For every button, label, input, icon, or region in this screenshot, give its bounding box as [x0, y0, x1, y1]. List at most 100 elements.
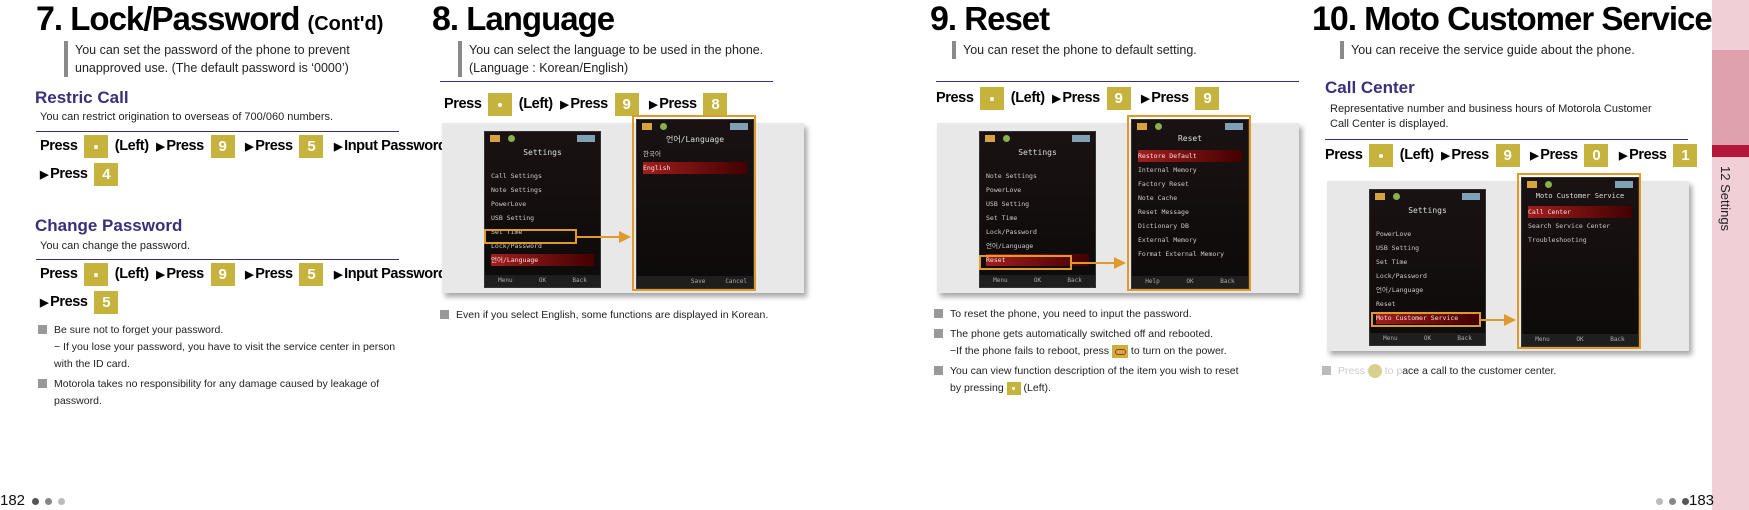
screen-header: Settings: [523, 148, 562, 157]
bullet-square-icon: [440, 310, 449, 319]
bullet-square-icon: [38, 379, 47, 388]
note-item: To reset the phone, you need to input th…: [934, 306, 1314, 323]
page-dot-icon: [1682, 497, 1689, 505]
menu-item: Set Time: [986, 214, 1018, 222]
phone-screen-reset: Reset Restore Default Internal Memory Fa…: [1131, 119, 1249, 289]
softkey: OK: [1423, 335, 1432, 342]
step-text: (Left): [1399, 147, 1434, 163]
menu-item-selected: English: [643, 162, 747, 174]
note-text: The phone gets automatically switched of…: [950, 328, 1214, 340]
status-bar: [1135, 123, 1245, 131]
arrow-right-icon: ▶: [1530, 150, 1539, 162]
menu-item: Factory Reset: [1138, 180, 1189, 188]
menu-item: Note Cache: [1138, 194, 1178, 202]
section-title: Lock/Password: [70, 0, 300, 37]
arrow-right-icon: ▶: [334, 269, 343, 281]
softkey: Help: [1145, 278, 1160, 285]
softkey: Back: [1457, 335, 1472, 342]
menu-item: Set Time: [1376, 258, 1408, 266]
note-text: −If the phone fails to reboot, press: [950, 345, 1110, 357]
section-7-heading: 7. Lock/Password (Cont'd): [36, 2, 383, 36]
note-text: Be sure not to forget your password.: [54, 324, 224, 336]
softkey-bar: Menu OK Back: [485, 275, 600, 287]
bullet-square-icon: [934, 309, 943, 318]
section-number-dot: .: [53, 0, 71, 37]
softkey-bar: Save Cancel: [637, 276, 753, 288]
bullet-square-icon: [934, 329, 943, 338]
section-number-dot: .: [449, 0, 467, 37]
step-text: Press: [444, 96, 482, 112]
step-text: Press: [936, 90, 974, 106]
globe-icon: [1545, 181, 1552, 188]
page-dot-icon: [32, 497, 40, 505]
arrow-head-icon: [619, 231, 631, 243]
menu-item: Call Settings: [491, 172, 542, 180]
section-7-notes: Be sure not to forget your password. − I…: [38, 322, 408, 410]
step-text: Press: [570, 96, 608, 112]
battery-icon: [577, 135, 595, 142]
note-text: Press: [1338, 365, 1365, 377]
step-text: Press: [255, 266, 293, 282]
note-item: You can view function description of the…: [934, 363, 1314, 380]
phone-screen-language: 언어/Language 한국어 English Save Cancel: [636, 119, 754, 289]
bullet-square-icon: [934, 366, 943, 375]
battery-icon: [1615, 181, 1633, 188]
key-9-icon: 9: [1106, 86, 1131, 110]
side-tab-band: [1712, 50, 1749, 145]
note-text: Motorola takes no responsibility for any…: [54, 378, 380, 407]
mail-icon: [490, 135, 500, 142]
arrow-head-icon: [1114, 257, 1126, 269]
key-4-icon: 4: [94, 162, 119, 186]
menu-item: Dictionary DB: [1138, 222, 1189, 230]
globe-icon: [1393, 193, 1400, 200]
menu-item-selected: Call Center: [1528, 206, 1632, 218]
step-text: Press: [1451, 147, 1489, 163]
key-5-icon: 5: [94, 290, 119, 314]
arrow-right-icon: ▶: [245, 141, 254, 153]
note-text: ace a call to the customer center.: [1402, 365, 1557, 377]
page-number-left: 182: [0, 492, 68, 509]
softkey: Menu: [498, 277, 513, 284]
page-dot-icon: [1669, 497, 1676, 505]
note-item: Motorola takes no responsibility for any…: [38, 376, 408, 410]
left-soft-key-icon: [1369, 143, 1394, 167]
power-key-icon: [1111, 344, 1128, 358]
softkey: Back: [1067, 277, 1082, 284]
arrow-right-icon: ▶: [40, 297, 49, 309]
intro-line: You can select the language to be used i…: [469, 43, 764, 57]
section-number: 8: [432, 0, 451, 38]
menu-item: Reset Message: [1138, 208, 1189, 216]
screen-header: Moto Customer Service: [1535, 192, 1625, 200]
step-text: Press: [255, 138, 293, 154]
section-title: Language: [466, 0, 615, 37]
softkey: OK: [538, 277, 547, 284]
divider: [36, 131, 399, 132]
menu-item: USB Setting: [1376, 244, 1420, 252]
softkey: OK: [1186, 278, 1194, 285]
section-7-intro: You can set the password of the phone to…: [64, 41, 375, 77]
bullet-square-icon: [38, 325, 47, 334]
phone-screen-settings: Settings Call Settings Note Settings Pow…: [484, 131, 601, 288]
reset-steps: Press (Left) ▶ Press 9 ▶ Press 9: [936, 85, 1222, 113]
restric-call-desc: You can restrict origination to overseas…: [40, 111, 334, 123]
mail-icon: [985, 135, 995, 142]
page-number: 182: [0, 492, 26, 509]
step-text: Input Password: [344, 266, 447, 282]
menu-item: 언어/Language: [986, 242, 1034, 250]
phone-screen-customer-service: Moto Customer Service Call Center Search…: [1521, 177, 1639, 347]
menu-item: Reset: [1376, 300, 1396, 308]
status-bar: [488, 135, 597, 143]
softkey: Back: [1220, 278, 1235, 285]
softkey: Save: [690, 278, 706, 285]
mail-icon: [1375, 193, 1385, 200]
menu-item: Search Service Center: [1528, 222, 1611, 230]
globe-icon: [1003, 135, 1010, 142]
arrow-connector: [577, 236, 622, 238]
section-number: 9: [930, 0, 949, 38]
section-8-heading: 8. Language: [432, 0, 615, 38]
change-password-desc: You can change the password.: [40, 240, 191, 252]
step-text: (Left): [518, 96, 553, 112]
arrow-right-icon: ▶: [40, 169, 49, 181]
step-text: Press: [1151, 90, 1189, 106]
softkey: Menu: [993, 277, 1008, 284]
